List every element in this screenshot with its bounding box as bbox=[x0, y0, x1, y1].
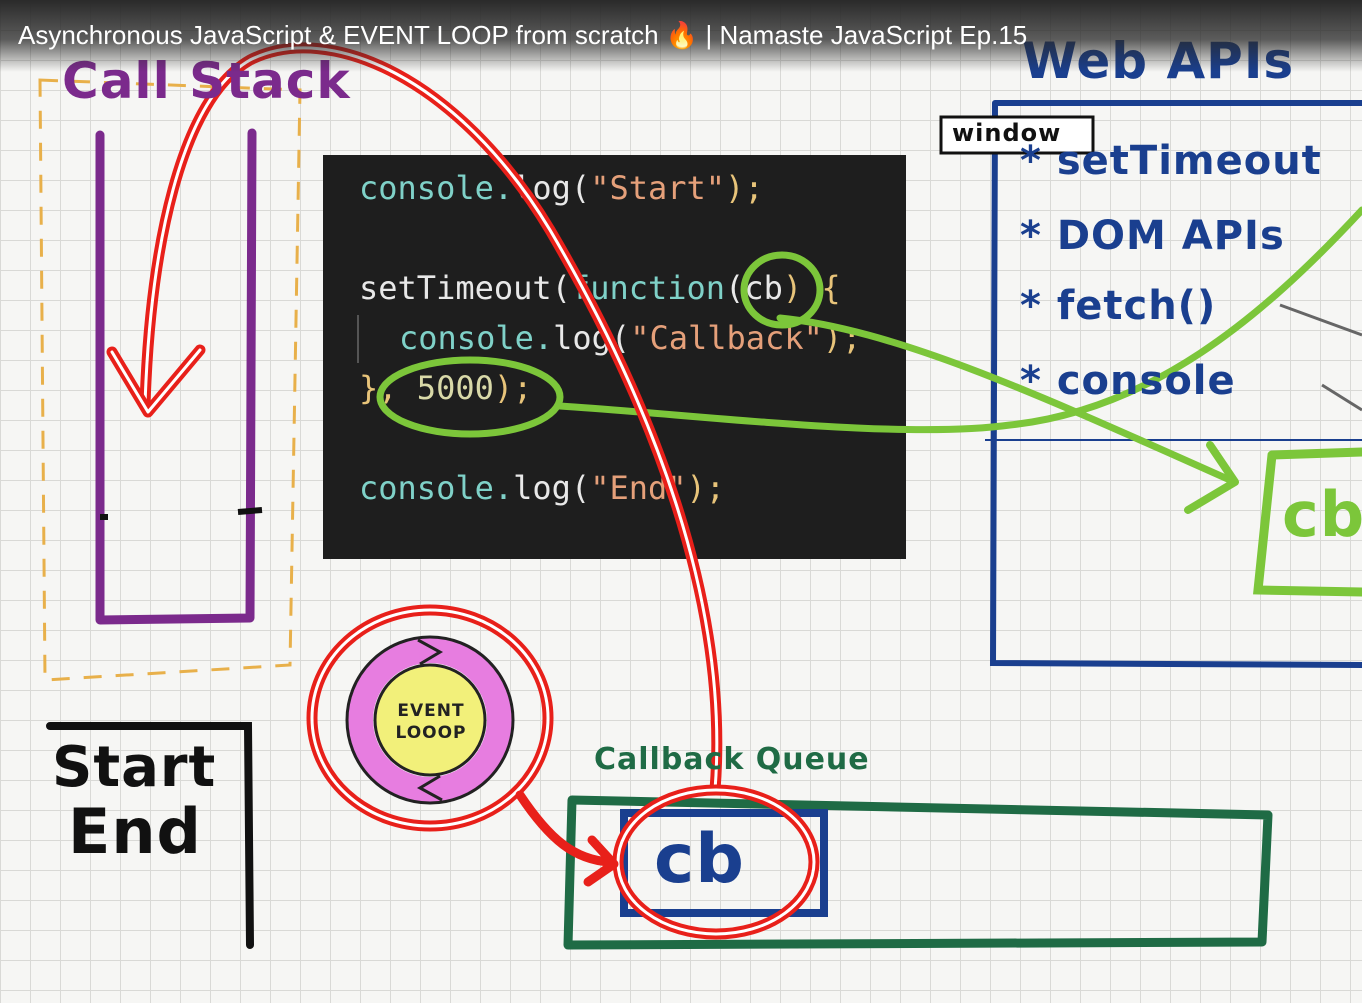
red-arrow-loop-to-queue bbox=[515, 790, 615, 867]
web-api-item-fetch: * fetch() bbox=[1020, 283, 1217, 329]
call-stack-tick-right bbox=[237, 507, 263, 515]
callback-queue-label: Callback Queue bbox=[594, 742, 870, 777]
video-title-main: Asynchronous JavaScript & EVENT LOOP fro… bbox=[18, 20, 659, 50]
green-circle-cb-param bbox=[740, 251, 824, 329]
window-label: window bbox=[952, 119, 1062, 147]
web-api-item-settimeout: * setTimeout bbox=[1020, 138, 1322, 184]
web-apis-pointer-1 bbox=[1279, 303, 1362, 337]
console-output-start: Start bbox=[52, 735, 217, 800]
web-api-item-dom: * DOM APIs bbox=[1020, 213, 1285, 259]
web-apis-cb-label: cb bbox=[1282, 478, 1362, 551]
green-circle-delay bbox=[376, 356, 564, 438]
web-apis-pointer-2 bbox=[1321, 383, 1362, 412]
event-loop-label: EVENT LOOOP bbox=[395, 701, 467, 743]
green-arrowhead bbox=[1184, 441, 1239, 514]
console-output-end: End bbox=[68, 795, 202, 868]
video-title[interactable]: Asynchronous JavaScript & EVENT LOOP fro… bbox=[18, 20, 1027, 51]
web-api-item-console: * console bbox=[1020, 358, 1236, 404]
video-title-series: | Namaste JavaScript Ep.15 bbox=[705, 20, 1028, 50]
callback-queue-cb: cb bbox=[654, 820, 745, 899]
video-title-bar: Asynchronous JavaScript & EVENT LOOP fro… bbox=[0, 0, 1362, 72]
fire-icon: 🔥 bbox=[665, 20, 699, 50]
